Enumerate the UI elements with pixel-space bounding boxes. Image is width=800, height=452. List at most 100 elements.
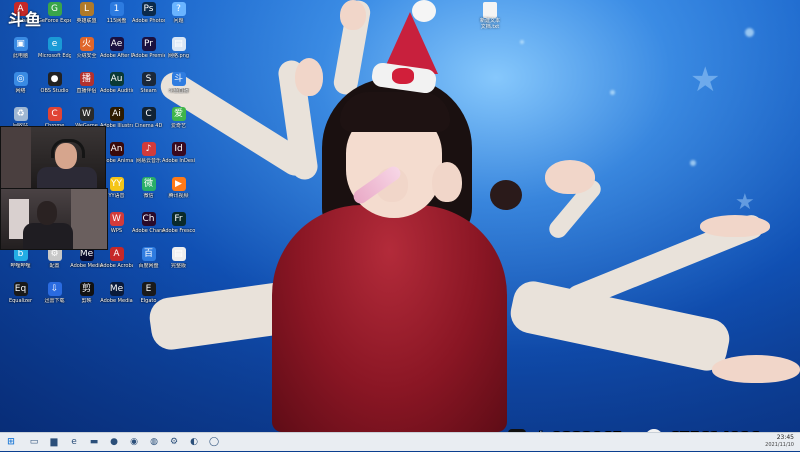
cloud-icon: 1 bbox=[109, 2, 124, 16]
desktop-icon[interactable]: A Adobe Acrobat bbox=[100, 247, 133, 282]
desktop-icon[interactable]: Eq Equalizer bbox=[4, 282, 37, 317]
douyu-icon: 斗 bbox=[171, 72, 186, 86]
dancer-hand bbox=[700, 215, 770, 237]
file-explorer-icon[interactable]: ▆ bbox=[48, 436, 60, 448]
desktop-icon[interactable]: Ae Adobe After Effects bbox=[100, 37, 133, 72]
wechat-icon[interactable]: ● bbox=[108, 436, 120, 448]
desktop-icon[interactable]: ● OBS Studio bbox=[38, 72, 71, 107]
fresco-icon: Fr bbox=[171, 212, 186, 226]
premiere-icon: Pr bbox=[141, 37, 156, 51]
desktop-icon[interactable]: ? 问题 bbox=[162, 2, 195, 37]
elgato-icon: E bbox=[141, 282, 156, 296]
desktop-icon[interactable]: Id Adobe InDesign bbox=[162, 142, 195, 177]
steam-icon[interactable]: ◍ bbox=[148, 436, 160, 448]
desktop-icon[interactable]: b 哔哩哔哩 bbox=[4, 247, 37, 282]
desktop-icon[interactable]: ▶ 腾讯视频 bbox=[162, 177, 195, 212]
dancer-head bbox=[490, 180, 522, 210]
dancer-hand bbox=[340, 0, 366, 30]
desktop-icon-label: 网易云音乐 bbox=[135, 158, 161, 164]
equalizer-icon: Eq bbox=[13, 282, 28, 296]
desktop-icon-label: 完整版 bbox=[170, 263, 186, 269]
desktop-icon[interactable]: 1 115网盘 bbox=[100, 2, 133, 37]
browser-icon[interactable]: ◯ bbox=[208, 436, 220, 448]
image-icon: ▤ bbox=[171, 37, 186, 51]
wegame-icon: W bbox=[79, 107, 94, 121]
desktop-icon-label: 火绒安全 bbox=[76, 53, 97, 59]
desktop-icon-label: 迅雷下载 bbox=[44, 298, 65, 304]
background-shelf bbox=[1, 127, 31, 189]
settings-icon[interactable]: ⚙ bbox=[168, 436, 180, 448]
desktop-icon-label: Elgato bbox=[140, 298, 157, 304]
desktop-icon[interactable]: ▤ 网络.png bbox=[162, 37, 195, 72]
desktop-icon[interactable]: ▣ 此电脑 bbox=[4, 37, 37, 72]
desktop-icon[interactable]: ⇩ 迅雷下载 bbox=[38, 282, 71, 317]
streamer-body bbox=[37, 167, 97, 189]
desktop-icon[interactable]: Ps Adobe Photoshop bbox=[132, 2, 165, 37]
folder-icon[interactable]: ▬ bbox=[88, 436, 100, 448]
desktop-icon[interactable]: 斗斗鱼直播 bbox=[162, 72, 195, 107]
singer-red-coat bbox=[272, 205, 507, 432]
desktop-icon-label: 115网盘 bbox=[106, 18, 127, 24]
desktop-icon[interactable]: Ch Adobe Character bbox=[132, 212, 165, 247]
headset-icon bbox=[51, 139, 85, 158]
edge-icon[interactable]: e bbox=[68, 436, 80, 448]
windows-start-icon[interactable]: ⊞ bbox=[5, 436, 17, 448]
desktop-icon[interactable]: 剪剪映 bbox=[70, 282, 103, 317]
santa-hat-bow bbox=[392, 68, 414, 84]
desktop-icon-label: Adobe After Effects bbox=[100, 53, 133, 59]
desktop-icon[interactable]: S Steam bbox=[132, 72, 165, 107]
desktop-icon-label: Equalizer bbox=[8, 298, 33, 304]
audition-icon: Au bbox=[109, 72, 124, 86]
desktop-icon[interactable]: 播直播伴侣 bbox=[70, 72, 103, 107]
desktop-icon-label: Adobe Audition bbox=[100, 88, 133, 94]
desktop-icon[interactable]: 百百度网盘 bbox=[132, 247, 165, 282]
obs-icon[interactable]: ◐ bbox=[188, 436, 200, 448]
desktop-icon[interactable]: 微微信 bbox=[132, 177, 165, 212]
desktop-icon[interactable]: 火火绒安全 bbox=[70, 37, 103, 72]
computer-icon: ▣ bbox=[13, 37, 28, 51]
desktop-icon[interactable]: ⚙ 配置 bbox=[38, 247, 71, 282]
star-decoration: ★ bbox=[735, 190, 755, 215]
desktop-icon-label: 哔哩哔哩 bbox=[10, 263, 31, 269]
singer-raised-hand bbox=[432, 162, 462, 202]
douyu-logo: 斗鱼 bbox=[8, 10, 43, 29]
desktop-icon-label: Adobe Photoshop bbox=[132, 18, 165, 24]
desktop-icon[interactable]: L 英雄联盟 bbox=[70, 2, 103, 37]
desktop-icon[interactable]: Me Adobe Media bbox=[100, 282, 133, 317]
edge-icon: e bbox=[47, 37, 62, 51]
qq-icon[interactable]: ◉ bbox=[128, 436, 140, 448]
desktop-icon[interactable]: e Microsoft Edge bbox=[38, 37, 71, 72]
desktop-icon[interactable]: ◎ 网络 bbox=[4, 72, 37, 107]
baidu-netdisk-icon: 百 bbox=[141, 247, 156, 261]
person-head bbox=[37, 201, 57, 225]
recycle-bin-icon: ♻ bbox=[13, 107, 28, 121]
desktop-icon[interactable]: Pr Adobe Premiere bbox=[132, 37, 165, 72]
desktop-icon[interactable]: G GeForce Experience bbox=[38, 2, 71, 37]
system-tray-clock[interactable]: 23:45 2021/11/10 bbox=[765, 434, 794, 449]
desktop-icon[interactable]: MeAdobe Media bbox=[70, 247, 103, 282]
desktop-file-icon[interactable]: 新建文本文档.txt bbox=[478, 2, 502, 32]
task-view-icon[interactable]: ▭ bbox=[28, 436, 40, 448]
desktop-icon[interactable]: C Cinema 4D bbox=[132, 107, 165, 142]
desktop-icon[interactable]: ▤ 完整版 bbox=[162, 247, 195, 282]
wps-icon: W bbox=[109, 212, 124, 226]
desktop-icon[interactable]: Fr Adobe Fresco bbox=[162, 212, 195, 247]
desktop-icon[interactable]: E Elgato bbox=[132, 282, 165, 317]
desktop-icon[interactable]: 爱爱奇艺 bbox=[162, 107, 195, 142]
webcam-feed-room bbox=[0, 188, 108, 250]
clock-time: 23:45 bbox=[776, 434, 794, 441]
light-bokeh bbox=[520, 40, 524, 44]
desktop-icon[interactable]: ♪ 网易云音乐 bbox=[132, 142, 165, 177]
desktop-icon-label: Adobe Media bbox=[100, 298, 133, 304]
download-icon: ⇩ bbox=[47, 282, 62, 296]
person-body bbox=[23, 223, 73, 249]
capcut-icon: 剪 bbox=[79, 282, 94, 296]
desktop-icon-label: Microsoft Edge bbox=[38, 53, 71, 59]
photoshop-icon: Ps bbox=[141, 2, 156, 16]
media-encoder-icon: Me bbox=[109, 282, 124, 296]
cinema4d-icon: C bbox=[141, 107, 156, 121]
desktop-icon-label: Adobe InDesign bbox=[162, 158, 195, 164]
desktop-icon-label: Steam bbox=[140, 88, 157, 94]
desktop-icon-label: 剪映 bbox=[81, 298, 92, 304]
desktop-icon[interactable]: Au Adobe Audition bbox=[100, 72, 133, 107]
